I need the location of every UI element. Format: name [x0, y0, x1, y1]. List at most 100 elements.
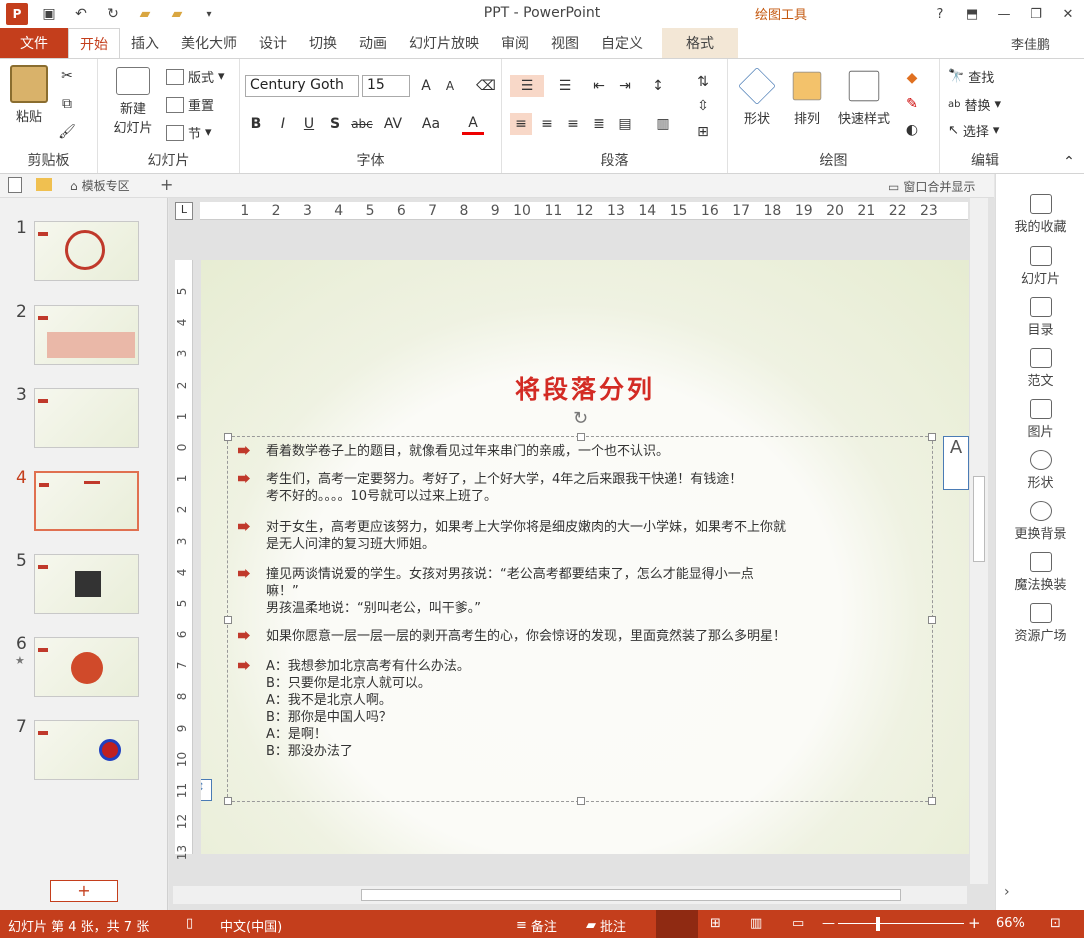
- grow-font-button[interactable]: A: [415, 75, 437, 97]
- resize-handle[interactable]: [928, 433, 936, 441]
- italic-button[interactable]: I: [272, 113, 294, 135]
- thumbnail-slide-2[interactable]: 2: [0, 302, 168, 386]
- slideshow-icon[interactable]: ▭: [792, 916, 804, 931]
- resize-handle[interactable]: [224, 797, 232, 805]
- zoom-out-button[interactable]: —: [822, 916, 835, 931]
- zoom-slider[interactable]: [838, 923, 964, 924]
- thumbnail-slide-4[interactable]: 4: [0, 468, 168, 552]
- side-item-background[interactable]: 更换背景: [996, 501, 1084, 542]
- numbering-icon[interactable]: ☰: [550, 75, 580, 97]
- tab-transitions[interactable]: 切换: [298, 28, 348, 58]
- slide-title[interactable]: 将段落分列: [201, 370, 969, 406]
- horizontal-scrollbar[interactable]: [173, 886, 967, 904]
- thumbnail-slide-5[interactable]: 5: [0, 551, 168, 635]
- autofit-options-icon[interactable]: ⇕: [201, 779, 212, 801]
- find-button[interactable]: 🔭 查找: [948, 67, 994, 86]
- align-left-icon[interactable]: ≡: [510, 113, 532, 135]
- underline-button[interactable]: U: [298, 113, 320, 135]
- new-doc-icon[interactable]: [8, 177, 22, 193]
- list-item[interactable]: 如果你愿意一层一层一层的剥开高考生的心，你会惊讶的发现，里面竟然装了那么多明星！: [238, 628, 928, 645]
- thumbnail-slide-1[interactable]: 1: [0, 218, 168, 302]
- zoom-in-button[interactable]: +: [968, 914, 981, 932]
- replace-button[interactable]: ab 替换 ▾: [948, 95, 1001, 114]
- language-indicator[interactable]: 中文(中国): [220, 916, 282, 935]
- list-item[interactable]: 撞见两谈情说爱的学生。女孩对男孩说：“老公高考都要结束了，怎么才能显得小一点 嘛…: [238, 566, 928, 617]
- template-zone-tab[interactable]: ⌂ 模板专区: [70, 177, 130, 194]
- list-item[interactable]: 考生们，高考一定要努力。考好了，上个好大学，4年之后来跟我干快递！有钱途！ 考不…: [238, 471, 928, 505]
- restore-icon[interactable]: ❐: [1020, 0, 1052, 28]
- resize-handle[interactable]: [928, 616, 936, 624]
- tab-file[interactable]: 文件: [0, 28, 68, 58]
- copy-icon[interactable]: ⧉: [56, 93, 78, 115]
- folder-tab-icon[interactable]: [36, 178, 52, 191]
- tab-insert[interactable]: 插入: [120, 28, 170, 58]
- tab-format[interactable]: 格式: [662, 28, 738, 58]
- reading-view-icon[interactable]: ▥: [750, 916, 762, 931]
- side-item-magic[interactable]: 魔法换装: [996, 552, 1084, 593]
- tab-home[interactable]: 开始: [68, 28, 120, 58]
- line-spacing-icon[interactable]: ↕: [642, 75, 674, 97]
- add-slide-button[interactable]: +: [50, 880, 118, 902]
- paste-button[interactable]: 粘贴: [6, 65, 52, 125]
- resize-handle[interactable]: [577, 797, 585, 805]
- tab-stop-selector[interactable]: L: [175, 202, 193, 220]
- font-size-select[interactable]: 15: [362, 75, 410, 97]
- change-case-button[interactable]: Aa: [416, 113, 446, 135]
- fit-slide-icon[interactable]: ⊡: [1050, 916, 1061, 931]
- normal-view-button[interactable]: [656, 910, 698, 938]
- side-item-slides[interactable]: 幻灯片: [996, 246, 1084, 287]
- comments-button[interactable]: ▰ 批注: [586, 916, 626, 935]
- font-family-select[interactable]: Century Goth: [245, 75, 359, 97]
- layout-button[interactable]: 版式 ▾: [166, 67, 225, 86]
- zoom-slider-thumb[interactable]: [876, 917, 880, 931]
- strikethrough-button[interactable]: abc: [348, 113, 376, 135]
- tab-design[interactable]: 设计: [248, 28, 298, 58]
- increase-indent-icon[interactable]: ⇥: [614, 75, 636, 97]
- tab-view[interactable]: 视图: [540, 28, 590, 58]
- resize-handle[interactable]: [577, 433, 585, 441]
- list-item[interactable]: A：我想参加北京高考有什么办法。 B：只要你是北京人就可以。 A：我不是北京人啊…: [238, 658, 928, 760]
- tab-beautify[interactable]: 美化大师: [170, 28, 248, 58]
- slide-sorter-icon[interactable]: ⊞: [710, 916, 721, 931]
- side-item-toc[interactable]: 目录: [996, 297, 1084, 338]
- tab-review[interactable]: 审阅: [490, 28, 540, 58]
- shapes-button[interactable]: 形状: [734, 67, 780, 127]
- zoom-level[interactable]: 66%: [996, 916, 1025, 931]
- shrink-font-button[interactable]: A: [439, 75, 461, 97]
- resize-handle[interactable]: [928, 797, 936, 805]
- columns-icon[interactable]: ▥: [648, 113, 678, 135]
- thumbnail-slide-7[interactable]: 7: [0, 717, 168, 801]
- character-spacing-button[interactable]: AV: [378, 113, 408, 135]
- align-right-icon[interactable]: ≡: [562, 113, 584, 135]
- collapse-ribbon-icon[interactable]: ⌃: [1058, 151, 1080, 173]
- scroll-thumb[interactable]: [973, 476, 985, 562]
- reset-button[interactable]: 重置: [166, 95, 214, 114]
- section-button[interactable]: 节 ▾: [166, 123, 212, 142]
- text-direction-icon[interactable]: ⇅: [688, 71, 718, 93]
- notes-button[interactable]: ≡ 备注: [516, 916, 557, 935]
- ribbon-display-icon[interactable]: ⬒: [956, 0, 988, 28]
- shape-fill-icon[interactable]: ◆: [898, 67, 926, 89]
- user-name[interactable]: 李佳鹏: [1011, 34, 1050, 53]
- distributed-icon[interactable]: ▤: [614, 113, 636, 135]
- side-item-images[interactable]: 图片: [996, 399, 1084, 440]
- font-color-button[interactable]: A: [462, 113, 484, 135]
- quick-format-icon[interactable]: A: [943, 436, 969, 490]
- add-tab-button[interactable]: +: [160, 175, 173, 194]
- list-item[interactable]: 对于女生，高考更应该努力，如果考上大学你将是细皮嫩肉的大一小学妹，如果考不上你就…: [238, 519, 928, 553]
- merge-windows-button[interactable]: ▭ 窗口合并显示: [888, 178, 975, 195]
- new-slide-button[interactable]: 新建 幻灯片: [104, 67, 162, 136]
- clear-format-icon[interactable]: ⌫: [475, 75, 497, 97]
- rotate-handle-icon[interactable]: ↻: [573, 408, 588, 429]
- side-item-resources[interactable]: 资源广场: [996, 603, 1084, 644]
- cut-icon[interactable]: ✂: [56, 65, 78, 87]
- bold-button[interactable]: B: [245, 113, 267, 135]
- resize-handle[interactable]: [224, 616, 232, 624]
- close-icon[interactable]: ✕: [1052, 0, 1084, 28]
- side-item-favorites[interactable]: 我的收藏: [996, 194, 1084, 235]
- bullets-icon[interactable]: ☰: [510, 75, 544, 97]
- thumbnail-slide-3[interactable]: 3: [0, 385, 168, 469]
- spellcheck-icon[interactable]: ▯: [186, 916, 193, 931]
- thumbnail-slide-6[interactable]: 6 ★: [0, 634, 168, 718]
- list-item[interactable]: 看着数学卷子上的题目，就像看见过年来串门的亲戚，一个也不认识。: [238, 443, 928, 460]
